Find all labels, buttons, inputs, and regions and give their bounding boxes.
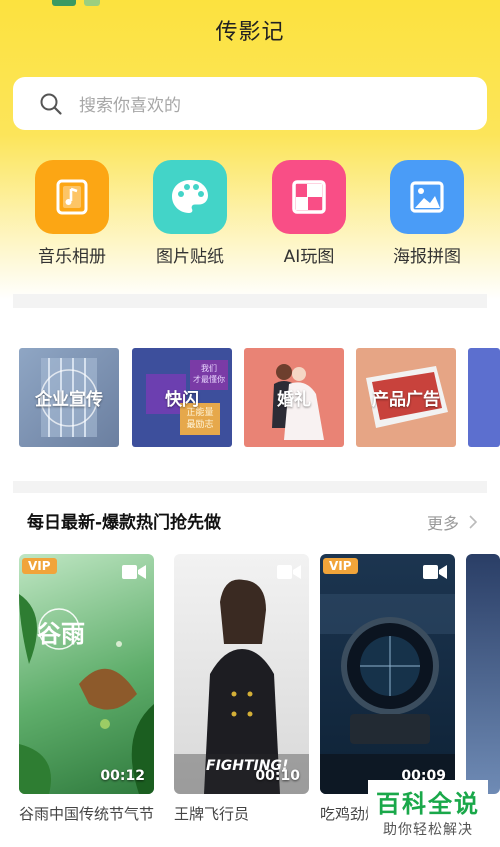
feature-label: 图片贴纸 — [156, 247, 224, 267]
scope-artwork — [320, 594, 455, 794]
video-title: 王牌飞行员 — [174, 805, 250, 823]
music-album-icon — [35, 160, 109, 234]
more-label: 更多 — [426, 514, 459, 533]
section-title: 每日最新-爆款热门抢先做 — [27, 513, 222, 533]
ai-collage-icon — [272, 160, 346, 234]
feature-picture-sticker[interactable]: 图片贴纸 — [140, 160, 240, 267]
chevron-right-icon — [469, 515, 477, 529]
status-bar — [52, 0, 100, 6]
video-duration: 00:12 — [100, 768, 145, 784]
section-divider — [13, 481, 487, 493]
category-flash[interactable]: 我们 才最懂你 正能量 最励志 快闪 — [132, 348, 232, 447]
watermark-title: 百科全说 — [376, 790, 480, 818]
feature-label: AI玩图 — [283, 247, 335, 267]
category-label: 快闪 — [165, 390, 199, 410]
video-thumbnail: VIP 00:09 — [320, 554, 455, 794]
watermark-logo: 百科全说 助你轻松解决 — [368, 780, 488, 842]
watermark-subtitle: 助你轻松解决 — [383, 822, 473, 838]
category-label: 产品广告 — [372, 390, 440, 410]
video-thumbnail — [466, 554, 500, 794]
page-title: 传影记 — [215, 20, 285, 45]
category-next-peek[interactable] — [468, 348, 500, 447]
vip-badge: VIP — [22, 558, 57, 574]
video-card-next-peek[interactable] — [466, 554, 500, 794]
feature-ai-play[interactable]: AI玩图 — [259, 160, 359, 267]
video-camera-icon — [277, 565, 301, 579]
video-thumbnail: FIGHTING! 00:10 — [174, 554, 309, 794]
video-title: 谷雨中国传统节气节 — [19, 805, 154, 823]
feature-grid: 音乐相册 图片贴纸 AI玩图 海报拼图 — [0, 160, 500, 270]
category-row: 企业宣传 我们 才最懂你 正能量 最励志 快闪 婚礼 产品广告 — [19, 348, 500, 448]
category-label: 企业宣传 — [35, 390, 103, 410]
feature-music-album[interactable]: 音乐相册 — [22, 160, 122, 267]
video-thumbnail: 谷雨 VIP 00:12 — [19, 554, 154, 794]
search-placeholder: 搜索你喜欢的 — [79, 96, 181, 116]
image-poster-icon — [390, 160, 464, 234]
more-link[interactable]: 更多 — [427, 510, 477, 534]
feature-label: 音乐相册 — [38, 247, 106, 267]
vip-badge: VIP — [323, 558, 358, 574]
category-product-ad[interactable]: 产品广告 — [356, 348, 456, 447]
search-bar[interactable]: 搜索你喜欢的 — [13, 77, 487, 130]
section-divider — [13, 294, 487, 308]
category-wedding[interactable]: 婚礼 — [244, 348, 344, 447]
video-camera-icon — [122, 565, 146, 579]
feature-poster-collage[interactable]: 海报拼图 — [377, 160, 477, 267]
video-duration: 00:10 — [255, 768, 300, 784]
thumbnail-calligraphy: 谷雨 — [37, 620, 85, 648]
category-label: 婚礼 — [277, 390, 311, 410]
video-camera-icon — [423, 565, 447, 579]
search-icon — [40, 93, 62, 115]
category-enterprise-promo[interactable]: 企业宣传 — [19, 348, 119, 447]
video-card[interactable]: FIGHTING! 00:10 王牌飞行员 — [174, 554, 309, 824]
feature-label: 海报拼图 — [393, 247, 461, 267]
video-card[interactable]: 谷雨 VIP 00:12 谷雨中国传统节气节 — [19, 554, 154, 824]
grain-rain-artwork — [19, 594, 154, 794]
palette-icon — [153, 160, 227, 234]
section-header: 每日最新-爆款热门抢先做 更多 — [27, 508, 477, 536]
